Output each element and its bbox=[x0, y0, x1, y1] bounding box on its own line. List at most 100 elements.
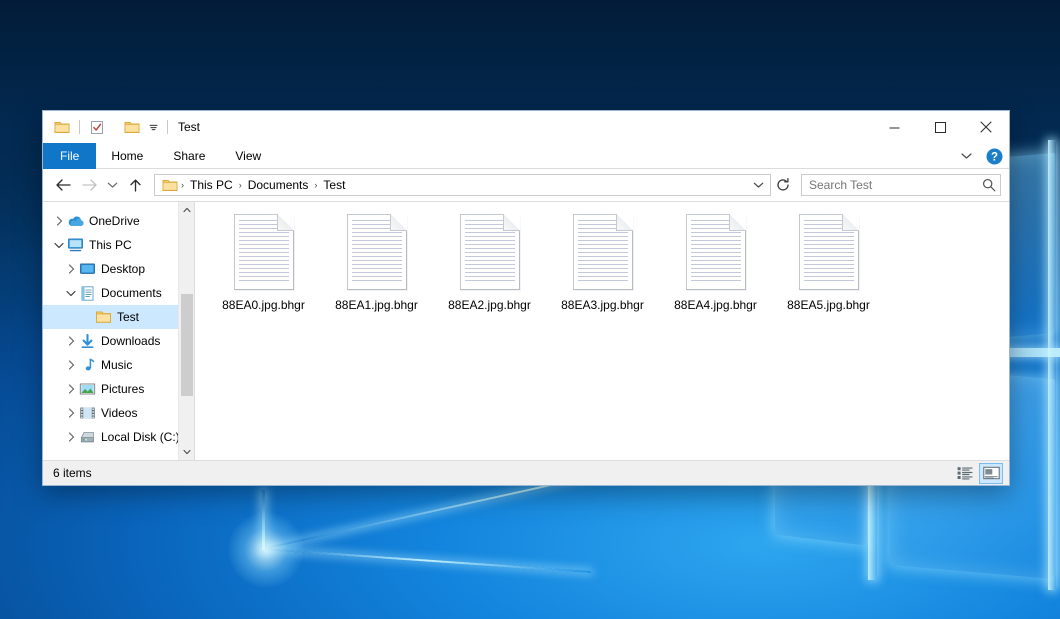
ribbon-tab-bar: File Home Share View ? bbox=[43, 143, 1009, 169]
sidebar-item-music[interactable]: Music bbox=[43, 353, 194, 377]
maximize-button[interactable] bbox=[917, 111, 963, 143]
sidebar-item-local-disk-c[interactable]: Local Disk (C:) bbox=[43, 425, 194, 449]
quick-access-toolbar: Test bbox=[43, 116, 200, 138]
sidebar-label-this-pc: This PC bbox=[89, 238, 132, 252]
file-item[interactable]: 88EA1.jpg.bhgr bbox=[320, 212, 433, 312]
file-name: 88EA2.jpg.bhgr bbox=[448, 298, 531, 312]
generic-file-icon bbox=[347, 214, 407, 290]
chevron-down-icon[interactable] bbox=[63, 281, 79, 305]
file-name: 88EA5.jpg.bhgr bbox=[787, 298, 870, 312]
music-icon bbox=[79, 357, 96, 373]
search-icon[interactable] bbox=[982, 178, 996, 192]
videos-icon bbox=[79, 405, 96, 421]
address-folder-icon bbox=[159, 178, 180, 192]
sidebar-label-music: Music bbox=[101, 358, 132, 372]
folder-icon[interactable] bbox=[51, 116, 73, 138]
pictures-icon bbox=[79, 381, 96, 397]
search-input[interactable] bbox=[809, 178, 982, 192]
sidebar-item-pictures[interactable]: Pictures bbox=[43, 377, 194, 401]
file-item[interactable]: 88EA0.jpg.bhgr bbox=[207, 212, 320, 312]
breadcrumb-documents[interactable]: Documents bbox=[243, 176, 314, 195]
chevron-right-icon[interactable] bbox=[63, 257, 79, 281]
documents-icon bbox=[79, 285, 96, 301]
file-name: 88EA3.jpg.bhgr bbox=[561, 298, 644, 312]
scroll-up-icon[interactable] bbox=[179, 202, 195, 218]
scroll-down-icon[interactable] bbox=[179, 444, 195, 460]
tab-view[interactable]: View bbox=[220, 143, 276, 169]
breadcrumb-test[interactable]: Test bbox=[318, 176, 350, 195]
folder-icon bbox=[95, 309, 112, 325]
light-convergence-glow bbox=[228, 512, 304, 588]
explorer-body: OneDrive This PC bbox=[43, 201, 1009, 460]
up-button[interactable] bbox=[123, 173, 148, 197]
tree-indent-spacer bbox=[79, 305, 95, 329]
address-dropdown-icon[interactable] bbox=[748, 175, 768, 195]
sidebar-item-onedrive[interactable]: OneDrive bbox=[43, 209, 194, 233]
sidebar-label-test: Test bbox=[117, 310, 139, 324]
sidebar-label-local-disk-c: Local Disk (C:) bbox=[101, 430, 180, 444]
address-bar[interactable]: › This PC › Documents › Test bbox=[154, 174, 771, 196]
title-bar: Test bbox=[43, 111, 1009, 143]
recent-locations-button[interactable] bbox=[103, 173, 122, 197]
sidebar-item-videos[interactable]: Videos bbox=[43, 401, 194, 425]
sidebar-label-pictures: Pictures bbox=[101, 382, 144, 396]
file-grid: 88EA0.jpg.bhgr 88EA1.jpg.bhgr bbox=[207, 212, 1009, 312]
file-name: 88EA0.jpg.bhgr bbox=[222, 298, 305, 312]
file-item[interactable]: 88EA4.jpg.bhgr bbox=[659, 212, 772, 312]
breadcrumb-this-pc[interactable]: This PC bbox=[185, 176, 238, 195]
chevron-right-icon[interactable] bbox=[63, 353, 79, 377]
generic-file-icon bbox=[460, 214, 520, 290]
chevron-right-icon[interactable] bbox=[63, 401, 79, 425]
file-item[interactable]: 88EA3.jpg.bhgr bbox=[546, 212, 659, 312]
tab-file[interactable]: File bbox=[43, 143, 96, 169]
sidebar-scrollbar[interactable] bbox=[178, 202, 194, 460]
sidebar-item-this-pc[interactable]: This PC bbox=[43, 233, 194, 257]
generic-file-icon bbox=[686, 214, 746, 290]
customize-chevron-icon[interactable] bbox=[145, 116, 161, 138]
file-list-pane[interactable]: 88EA0.jpg.bhgr 88EA1.jpg.bhgr bbox=[195, 202, 1009, 460]
expand-ribbon-chevron-icon[interactable] bbox=[955, 145, 977, 167]
forward-button[interactable] bbox=[77, 173, 102, 197]
tab-share[interactable]: Share bbox=[158, 143, 220, 169]
logo-mullion-vertical-right bbox=[1048, 140, 1056, 590]
sidebar-label-desktop: Desktop bbox=[101, 262, 145, 276]
desktop: Test File Home Share View bbox=[0, 0, 1060, 619]
navigation-pane: OneDrive This PC bbox=[43, 202, 195, 460]
details-view-button[interactable] bbox=[953, 463, 977, 484]
generic-file-icon bbox=[234, 214, 294, 290]
window-controls bbox=[871, 111, 1009, 143]
chevron-right-icon[interactable] bbox=[63, 425, 79, 449]
ribbon-right-controls: ? bbox=[955, 143, 1005, 169]
back-button[interactable] bbox=[51, 173, 76, 197]
scrollbar-thumb[interactable] bbox=[181, 294, 193, 396]
help-icon[interactable]: ? bbox=[983, 145, 1005, 167]
svg-text:?: ? bbox=[990, 151, 997, 163]
search-box[interactable] bbox=[801, 174, 1001, 196]
this-pc-icon bbox=[67, 237, 84, 253]
sidebar-item-test[interactable]: Test bbox=[43, 305, 194, 329]
chevron-down-icon[interactable] bbox=[51, 233, 67, 257]
new-folder-icon[interactable] bbox=[121, 116, 143, 138]
file-item[interactable]: 88EA2.jpg.bhgr bbox=[433, 212, 546, 312]
sidebar-label-onedrive: OneDrive bbox=[89, 214, 140, 228]
minimize-button[interactable] bbox=[871, 111, 917, 143]
tab-home[interactable]: Home bbox=[96, 143, 158, 169]
chevron-right-icon[interactable] bbox=[63, 377, 79, 401]
chevron-right-icon[interactable] bbox=[51, 209, 67, 233]
item-count-label: 6 items bbox=[53, 466, 92, 480]
chevron-right-icon[interactable] bbox=[63, 329, 79, 353]
large-icons-view-button[interactable] bbox=[979, 463, 1003, 484]
sidebar-item-desktop[interactable]: Desktop bbox=[43, 257, 194, 281]
properties-icon[interactable] bbox=[86, 116, 108, 138]
disk-icon bbox=[79, 429, 96, 445]
file-item[interactable]: 88EA5.jpg.bhgr bbox=[772, 212, 885, 312]
status-bar: 6 items bbox=[43, 460, 1009, 485]
close-button[interactable] bbox=[963, 111, 1009, 143]
onedrive-icon bbox=[67, 213, 84, 229]
downloads-icon bbox=[79, 333, 96, 349]
sidebar-item-downloads[interactable]: Downloads bbox=[43, 329, 194, 353]
qat-separator-3 bbox=[167, 120, 168, 134]
sidebar-item-documents[interactable]: Documents bbox=[43, 281, 194, 305]
refresh-icon[interactable] bbox=[772, 174, 794, 196]
folder-tree: OneDrive This PC bbox=[43, 202, 194, 449]
